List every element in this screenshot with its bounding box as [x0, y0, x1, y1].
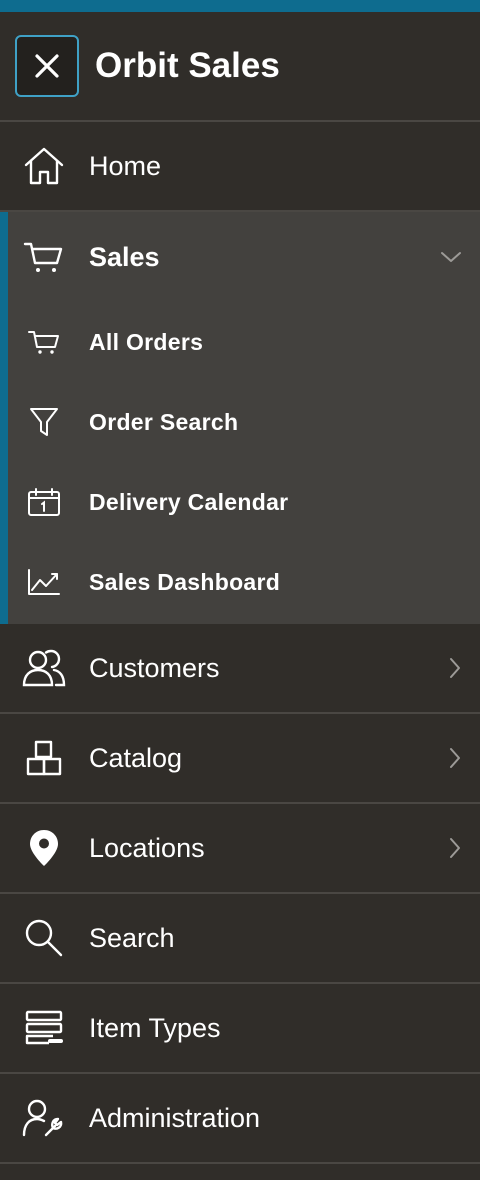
user-wrench-icon [21, 1095, 67, 1141]
nav-group-sales: Sales All Orders Order Search Delivery C… [0, 212, 480, 624]
nav-label-customers: Customers [89, 652, 220, 683]
nav-label-sales: Sales [89, 241, 160, 272]
boxes-icon [21, 735, 67, 781]
nav-label-home: Home [89, 150, 162, 181]
filter-icon [24, 402, 64, 442]
nav-item-locations[interactable]: Locations [0, 804, 480, 894]
chevron-right-icon[interactable] [422, 747, 462, 769]
map-pin-icon [21, 825, 67, 871]
stack-icon [21, 1005, 67, 1051]
nav-label-item-types: Item Types [89, 1012, 221, 1043]
users-icon [21, 645, 67, 691]
nav-label-search: Search [89, 922, 175, 953]
nav-item-item-types[interactable]: Item Types [0, 984, 480, 1074]
nav-sublabel-order-search: Order Search [89, 408, 239, 435]
nav-sublabel-sales-dashboard: Sales Dashboard [89, 568, 281, 595]
app-header: Orbit Sales [0, 12, 480, 122]
search-icon [21, 915, 67, 961]
nav-item-search[interactable]: Search [0, 894, 480, 984]
nav-sublabel-all-orders: All Orders [89, 328, 204, 355]
chevron-down-icon[interactable] [422, 250, 462, 264]
nav-subitem-delivery-calendar[interactable]: Delivery Calendar [8, 462, 480, 542]
nav-item-customers[interactable]: Customers [0, 624, 480, 714]
close-menu-button[interactable] [15, 35, 79, 97]
nav-subitem-order-search[interactable]: Order Search [8, 382, 480, 462]
nav-sublabel-delivery-calendar: Delivery Calendar [89, 488, 289, 515]
nav-subitem-sales-dashboard[interactable]: Sales Dashboard [8, 542, 480, 622]
chevron-right-icon[interactable] [422, 837, 462, 859]
top-accent-bar [0, 0, 480, 12]
nav-item-catalog[interactable]: Catalog [0, 714, 480, 804]
home-icon [21, 143, 67, 189]
nav-item-sales[interactable]: Sales [8, 212, 480, 302]
nav-subitem-all-orders[interactable]: All Orders [8, 302, 480, 382]
nav-label-catalog: Catalog [89, 742, 183, 773]
nav-item-administration[interactable]: Administration [0, 1074, 480, 1164]
calendar-icon [24, 482, 64, 522]
line-chart-icon [24, 562, 64, 602]
nav-label-locations: Locations [89, 832, 205, 863]
nav-item-home[interactable]: Home [0, 122, 480, 212]
close-icon [35, 54, 59, 78]
cart-icon [24, 322, 64, 362]
nav-label-administration: Administration [89, 1102, 261, 1133]
chevron-right-icon[interactable] [422, 657, 462, 679]
cart-icon [21, 234, 67, 280]
app-title: Orbit Sales [95, 46, 280, 85]
